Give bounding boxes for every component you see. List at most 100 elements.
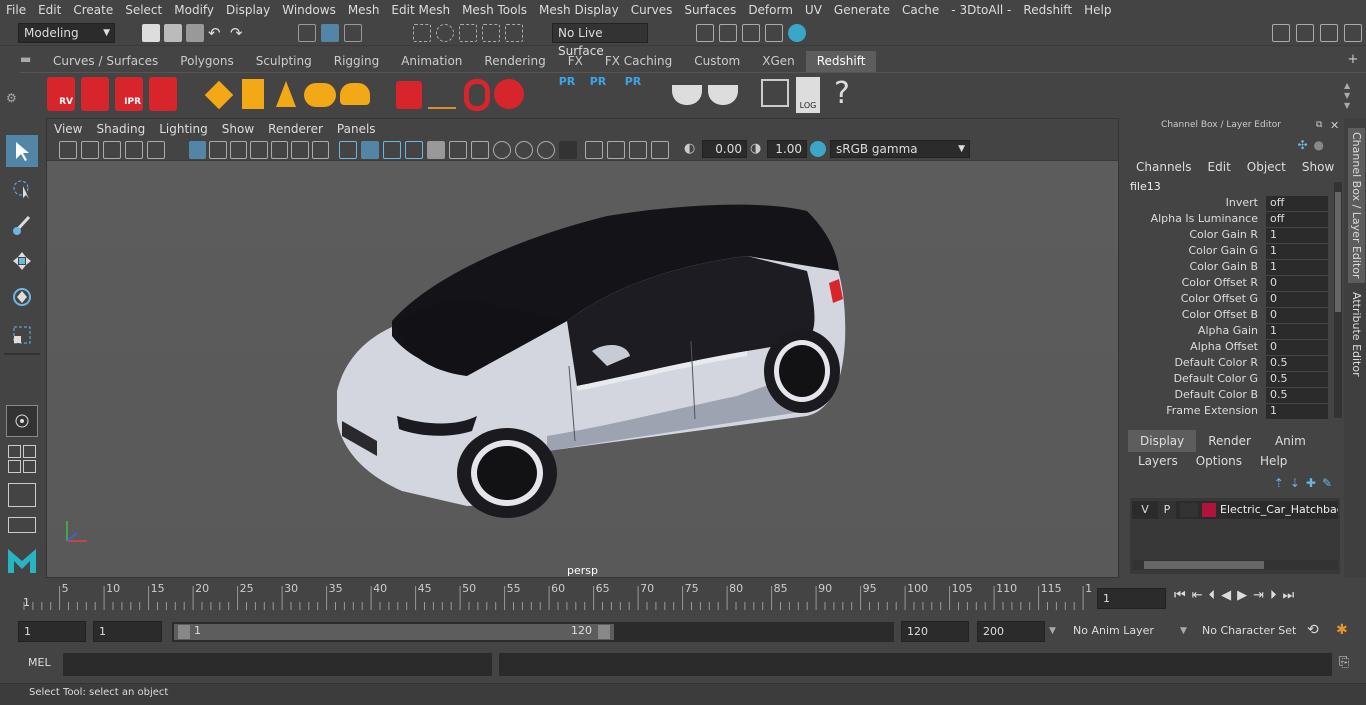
attribute-value[interactable]: 0.5 xyxy=(1266,388,1328,403)
viewport-3d-scene[interactable] xyxy=(47,161,1118,577)
render-sequence-icon[interactable] xyxy=(719,24,737,42)
color-management-icon[interactable] xyxy=(810,141,826,157)
gamma-icon[interactable]: ◑ xyxy=(750,141,761,156)
film-gate-icon[interactable] xyxy=(209,141,227,159)
move-tool-icon[interactable] xyxy=(6,245,38,277)
layer-playback-toggle[interactable]: P xyxy=(1158,501,1176,519)
redshift-ipr-icon[interactable]: IPR xyxy=(115,77,143,111)
bookmark-icon[interactable] xyxy=(103,141,121,159)
layout-two-view-icon[interactable] xyxy=(8,483,36,507)
range-end-handle[interactable] xyxy=(598,625,610,639)
current-frame-field[interactable]: 1 xyxy=(1097,588,1166,609)
layer-menu-help[interactable]: Help xyxy=(1260,454,1287,472)
channel-menu-edit[interactable]: Edit xyxy=(1208,160,1231,176)
redshift-sun-icon[interactable] xyxy=(340,83,370,105)
toggle-channel-box-icon[interactable] xyxy=(1344,24,1362,42)
redshift-proxy-export-icon[interactable]: PR xyxy=(556,75,578,113)
render-settings-icon[interactable] xyxy=(765,24,783,42)
menu-item-select[interactable]: Select xyxy=(119,3,168,17)
toggle-modeling-toolkit-icon[interactable] xyxy=(1272,24,1290,42)
resolution-gate-icon[interactable] xyxy=(229,141,248,159)
attribute-value[interactable]: 0 xyxy=(1266,292,1328,307)
shelf-menu-icon[interactable]: ▬ xyxy=(20,52,36,72)
select-tool-icon[interactable] xyxy=(6,135,38,167)
open-scene-icon[interactable] xyxy=(164,24,182,42)
move-layer-down-icon[interactable]: ⇣ xyxy=(1290,476,1300,494)
redshift-spot-light-icon[interactable] xyxy=(276,81,296,107)
playback-start-field[interactable]: 1 xyxy=(93,621,162,642)
view-transform-dropdown[interactable]: sRGB gamma ▼ xyxy=(830,140,970,158)
layer-color-swatch[interactable] xyxy=(1202,503,1216,517)
menu-item-windows[interactable]: Windows xyxy=(276,3,342,17)
menu-item-modify[interactable]: Modify xyxy=(168,3,220,17)
attribute-row[interactable]: Default Color B 0.5 xyxy=(1122,388,1328,404)
attribute-value[interactable]: 0.5 xyxy=(1266,356,1328,371)
script-language-label[interactable]: MEL xyxy=(28,656,51,669)
depth-of-field-icon[interactable] xyxy=(559,141,577,159)
step-back-key-icon[interactable]: ⇤ xyxy=(1192,588,1203,608)
gate-mask-icon[interactable] xyxy=(250,141,268,159)
xray-active-icon[interactable] xyxy=(629,141,647,159)
float-panel-icon[interactable]: ⧉ xyxy=(1316,120,1322,130)
layer-tab-display[interactable]: Display xyxy=(1128,430,1197,452)
live-surface-field[interactable]: No Live Surface xyxy=(552,23,648,58)
layer-hscrollbar[interactable] xyxy=(1132,560,1338,570)
shelf-tab-sculpting[interactable]: Sculpting xyxy=(245,51,323,72)
menu-item-3dtoall[interactable]: - 3DtoAll - xyxy=(945,3,1017,17)
toggle-tool-settings-icon[interactable] xyxy=(1320,24,1338,42)
script-editor-icon[interactable]: ⎘ xyxy=(1339,655,1349,670)
redo-icon[interactable]: ↷ xyxy=(230,24,248,42)
new-scene-icon[interactable] xyxy=(142,24,160,42)
range-start-handle[interactable] xyxy=(178,625,190,639)
go-to-start-icon[interactable]: ⏮ xyxy=(1174,588,1186,608)
redshift-proxy-swap-icon[interactable]: PR xyxy=(621,75,645,113)
xray-joints-icon[interactable] xyxy=(607,141,625,159)
viewport-menu-view[interactable]: View xyxy=(47,122,89,136)
new-layer-selected-icon[interactable]: ✎ xyxy=(1322,476,1332,494)
command-input[interactable] xyxy=(63,653,492,676)
attribute-row[interactable]: Frame Extension 1 xyxy=(1122,404,1328,420)
menu-item-uv[interactable]: UV xyxy=(799,3,828,17)
step-forward-key-icon[interactable]: ⇥ xyxy=(1253,588,1264,608)
viewport-menu-renderer[interactable]: Renderer xyxy=(261,122,330,136)
play-back-icon[interactable]: ◀ xyxy=(1221,588,1231,608)
axis-orient-icon[interactable]: ✣ xyxy=(1297,138,1307,156)
gamma-field[interactable]: 1.00 xyxy=(767,140,807,158)
redshift-log-icon[interactable]: LOG xyxy=(796,77,820,113)
close-icon[interactable]: ✕ xyxy=(1330,119,1339,132)
attribute-row[interactable]: Default Color G 0.5 xyxy=(1122,372,1328,388)
redshift-render-settings-icon[interactable] xyxy=(149,77,177,111)
viewport-menu-lighting[interactable]: Lighting xyxy=(152,122,215,136)
lasso-tool-icon[interactable] xyxy=(6,173,38,205)
step-forward-frame-icon[interactable]: ⏵ xyxy=(1270,588,1277,608)
add-shelf-icon[interactable]: + xyxy=(1343,52,1363,72)
soft-select-icon[interactable] xyxy=(6,405,38,437)
menu-item-display[interactable]: Display xyxy=(220,3,276,17)
shelf-tab-redshift[interactable]: Redshift xyxy=(805,51,877,72)
image-plane-icon[interactable] xyxy=(125,141,143,159)
ipr-render-icon[interactable] xyxy=(742,24,760,42)
save-scene-icon[interactable] xyxy=(186,24,204,42)
redshift-dome-light-icon[interactable] xyxy=(304,83,336,107)
attribute-value[interactable]: 0.5 xyxy=(1266,372,1328,387)
snap-curve-icon[interactable] xyxy=(436,24,454,42)
character-set-dropdown[interactable]: No Character Set xyxy=(1197,621,1297,642)
two-d-pan-zoom-icon[interactable] xyxy=(147,141,165,159)
redshift-hair-icon[interactable] xyxy=(428,83,456,109)
anim-layer-dropdown[interactable]: No Anim Layer xyxy=(1068,621,1180,642)
attribute-row[interactable]: Alpha Offset 0 xyxy=(1122,340,1328,356)
snap-grid-icon[interactable] xyxy=(413,24,431,42)
attribute-value[interactable]: off xyxy=(1266,196,1328,211)
redshift-help-icon[interactable]: ? xyxy=(830,75,854,113)
range-slider-handle-bar[interactable]: 1 120 xyxy=(174,624,614,640)
attribute-row[interactable]: Color Gain R 1 xyxy=(1122,228,1328,244)
shelf-tab-xgen[interactable]: XGen xyxy=(751,51,806,72)
workspace-dropdown[interactable]: Modeling ▼ xyxy=(18,23,115,43)
layout-four-view-icon[interactable] xyxy=(8,445,36,473)
chevron-down-icon[interactable]: ▼ xyxy=(1180,621,1194,641)
snap-point-icon[interactable] xyxy=(459,24,477,42)
channel-menu-channels[interactable]: Channels xyxy=(1136,160,1192,176)
select-camera-icon[interactable] xyxy=(59,141,77,159)
redshift-bake-icon[interactable] xyxy=(672,85,702,105)
menu-item-edit[interactable]: Edit xyxy=(32,3,67,17)
